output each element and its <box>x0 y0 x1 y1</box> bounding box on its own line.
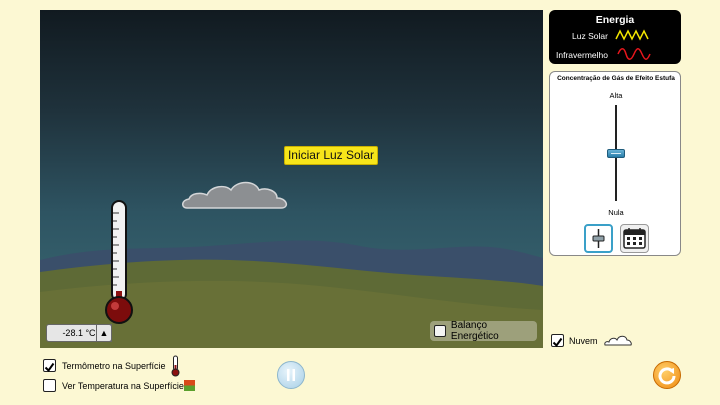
play-pause-button[interactable] <box>277 361 305 389</box>
check-icon <box>44 362 55 373</box>
greenhouse-gas-panel: Concentração de Gás de Efeito Estufa Alt… <box>549 71 681 256</box>
sunlight-legend-label: Luz Solar <box>572 31 608 41</box>
cloud-icon <box>604 335 632 346</box>
energy-balance-label: Balanço Energético <box>450 320 499 342</box>
start-sunlight-button[interactable]: Iniciar Luz Solar <box>284 146 378 165</box>
slider-mode-button[interactable] <box>584 224 613 253</box>
simulation-scene: Iniciar Luz Solar <box>40 10 543 348</box>
concentration-low-label: Nula <box>608 208 624 217</box>
concentration-high-label: Alta <box>609 91 623 100</box>
sunlight-wave-icon <box>615 29 649 41</box>
reset-all-button[interactable] <box>653 361 681 389</box>
cloud-label: Nuvem <box>569 336 598 346</box>
infrared-legend-label: Infravermelho <box>556 50 608 60</box>
surface-thermometer-checkbox[interactable] <box>43 359 56 373</box>
infrared-wave-icon <box>617 48 651 60</box>
cloud-checkbox[interactable] <box>551 334 564 348</box>
calendar-icon <box>623 228 646 249</box>
surface-thermometer-label: Termômetro na Superfície <box>62 361 166 371</box>
temperature-color-icon <box>184 380 195 391</box>
time-period-button[interactable] <box>620 224 649 253</box>
energy-balance-toggle[interactable]: Balanço Energético <box>430 320 537 342</box>
temperature-unit-toggle[interactable]: ▲ <box>96 324 112 342</box>
pause-icon <box>287 369 295 381</box>
greenhouse-gas-title: Concentração de Gás de Efeito Estufa <box>557 75 675 82</box>
energy-balance-checkbox[interactable] <box>434 325 446 337</box>
reset-icon <box>658 367 676 385</box>
thermometer-icon <box>105 200 133 324</box>
energy-legend-title: Energia <box>595 14 635 26</box>
thermometer-small-icon <box>171 355 180 377</box>
slider-icon <box>592 229 605 248</box>
concentration-slider-thumb[interactable] <box>607 149 625 158</box>
cloud-shape[interactable] <box>181 178 291 212</box>
surface-temperature-label: Ver Temperatura na Superfície <box>62 381 184 391</box>
surface-temperature-checkbox[interactable] <box>43 379 56 392</box>
energy-legend-panel: Energia Luz Solar Infravermelho <box>549 10 681 64</box>
check-icon <box>552 337 563 348</box>
